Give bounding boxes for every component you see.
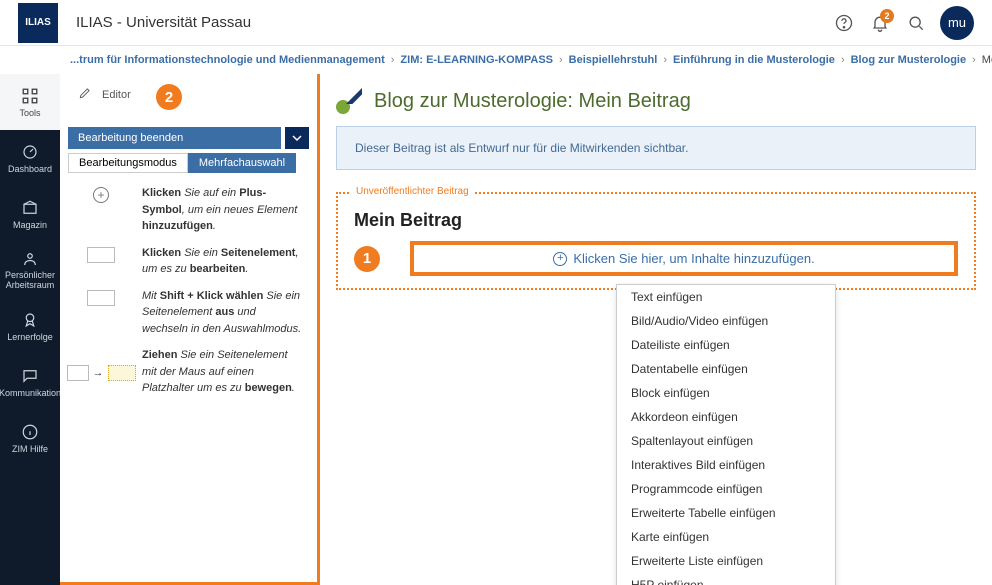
menu-insert-media[interactable]: Bild/Audio/Video einfügen bbox=[617, 309, 835, 333]
search-icon[interactable] bbox=[898, 5, 934, 41]
menu-insert-accordion[interactable]: Akkordeon einfügen bbox=[617, 405, 835, 429]
breadcrumb-item[interactable]: Beispiellehrstuhl bbox=[569, 54, 658, 66]
rail-label: Tools bbox=[19, 108, 40, 118]
breadcrumb-item[interactable]: ...trum für Informationstechnologie und … bbox=[70, 54, 385, 66]
add-content-label: Klicken Sie hier, um Inhalte hinzuzufüge… bbox=[573, 251, 814, 266]
hint-drag: Ziehen Sie ein Seitenelement mit der Mau… bbox=[142, 347, 303, 397]
rail-achievements[interactable]: Lernerfolge bbox=[0, 298, 60, 354]
breadcrumb-item[interactable]: ZIM: E-LEARNING-KOMPASS bbox=[400, 54, 553, 66]
menu-insert-interactive-image[interactable]: Interaktives Bild einfügen bbox=[617, 453, 835, 477]
hint-select: Mit Shift + Klick wählen Sie ein Seitene… bbox=[142, 288, 303, 338]
draft-label: Unveröffentlichter Beitrag bbox=[350, 186, 475, 197]
drag-icon: → bbox=[67, 349, 136, 397]
rail-label: Persönlicher Arbeitsraum bbox=[0, 271, 60, 291]
menu-insert-h5p[interactable]: H5P einfügen bbox=[617, 573, 835, 585]
draft-info-box: Dieser Beitrag ist als Entwurf nur für d… bbox=[336, 126, 976, 170]
menu-insert-block[interactable]: Block einfügen bbox=[617, 381, 835, 405]
main-content: Blog zur Musterologie: Mein Beitrag Dies… bbox=[320, 74, 992, 585]
notification-badge: 2 bbox=[880, 9, 894, 23]
help-icon[interactable] bbox=[826, 5, 862, 41]
page-title: Blog zur Musterologie: Mein Beitrag bbox=[374, 90, 691, 113]
finish-editing-button[interactable]: Bearbeitung beenden bbox=[68, 127, 281, 149]
menu-insert-advanced-list[interactable]: Erweiterte Liste einfügen bbox=[617, 549, 835, 573]
breadcrumb-item[interactable]: Einführung in die Musterologie bbox=[673, 54, 835, 66]
element-icon bbox=[87, 290, 115, 306]
draft-container: Unveröffentlichter Beitrag Mein Beitrag … bbox=[336, 192, 976, 290]
blog-edit-icon bbox=[336, 88, 362, 114]
annotation-badge-1: 1 bbox=[354, 246, 380, 272]
notifications-icon[interactable]: 2 bbox=[862, 5, 898, 41]
hint-add: Klicken Sie auf ein Plus-Symbol, um ein … bbox=[142, 185, 303, 235]
insert-menu: Text einfügen Bild/Audio/Video einfügen … bbox=[616, 284, 836, 585]
breadcrumb: ...trum für Informationstechnologie und … bbox=[0, 46, 992, 74]
app-logo[interactable]: ILIAS bbox=[18, 3, 58, 43]
avatar[interactable]: mu bbox=[940, 6, 974, 40]
menu-insert-map[interactable]: Karte einfügen bbox=[617, 525, 835, 549]
hint-edit: Klicken Sie ein Seitenelement, um es zu … bbox=[142, 245, 303, 278]
menu-insert-columns[interactable]: Spaltenlayout einfügen bbox=[617, 429, 835, 453]
header: ILIAS ILIAS - Universität Passau 2 mu bbox=[0, 0, 992, 46]
rail-magazin[interactable]: Magazin bbox=[0, 186, 60, 242]
app-title: ILIAS - Universität Passau bbox=[76, 14, 251, 31]
breadcrumb-item[interactable]: Blog zur Musterologie bbox=[851, 54, 967, 66]
plus-icon: + bbox=[553, 252, 567, 266]
rail-help[interactable]: ZIM Hilfe bbox=[0, 410, 60, 466]
finish-dropdown-toggle[interactable] bbox=[285, 127, 309, 149]
edit-mode-button[interactable]: Bearbeitungsmodus bbox=[68, 153, 188, 173]
rail-tools[interactable]: Tools bbox=[0, 74, 60, 130]
add-content-button[interactable]: + Klicken Sie hier, um Inhalte hinzuzufü… bbox=[410, 241, 958, 276]
pencil-icon bbox=[78, 86, 92, 103]
rail-label: Magazin bbox=[13, 220, 47, 230]
rail-label: ZIM Hilfe bbox=[12, 444, 48, 454]
editor-hints: + Klicken Sie auf ein Plus-Symbol, um ei… bbox=[68, 185, 309, 397]
editor-tab-label: Editor bbox=[102, 89, 131, 101]
left-rail: Tools Dashboard Magazin Persönlicher Arb… bbox=[0, 74, 60, 585]
rail-workspace[interactable]: Persönlicher Arbeitsraum bbox=[0, 242, 60, 298]
draft-title: Mein Beitrag bbox=[354, 210, 958, 231]
menu-insert-datatable[interactable]: Datentabelle einfügen bbox=[617, 357, 835, 381]
rail-label: Kommunikation bbox=[0, 388, 61, 398]
breadcrumb-current: Mein Beitrag bbox=[982, 54, 992, 66]
multi-select-button[interactable]: Mehrfachauswahl bbox=[188, 153, 296, 173]
rail-label: Dashboard bbox=[8, 164, 52, 174]
annotation-badge-2: 2 bbox=[156, 84, 182, 110]
rail-dashboard[interactable]: Dashboard bbox=[0, 130, 60, 186]
menu-insert-code[interactable]: Programmcode einfügen bbox=[617, 477, 835, 501]
editor-tab[interactable]: Editor 2 bbox=[68, 80, 309, 127]
menu-insert-text[interactable]: Text einfügen bbox=[617, 285, 835, 309]
element-icon bbox=[87, 247, 115, 263]
rail-label: Lernerfolge bbox=[7, 332, 53, 342]
menu-insert-filelist[interactable]: Dateiliste einfügen bbox=[617, 333, 835, 357]
menu-insert-advanced-table[interactable]: Erweiterte Tabelle einfügen bbox=[617, 501, 835, 525]
rail-communication[interactable]: Kommunikation bbox=[0, 354, 60, 410]
plus-icon: + bbox=[93, 187, 109, 203]
editor-panel: Editor 2 Bearbeitung beenden Bearbeitung… bbox=[60, 74, 320, 585]
